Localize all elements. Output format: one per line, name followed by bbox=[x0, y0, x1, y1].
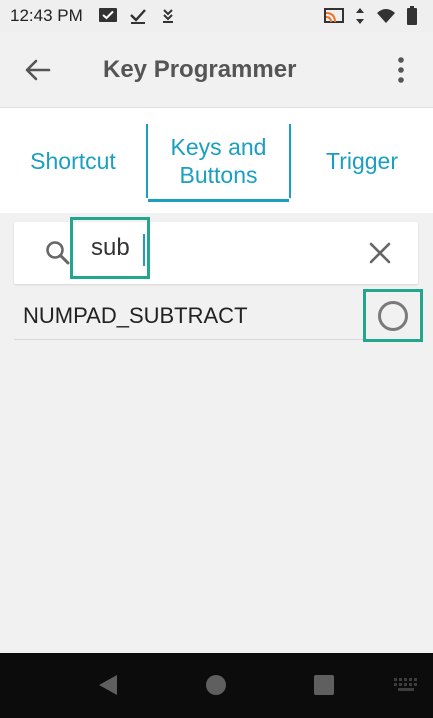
back-button[interactable] bbox=[0, 32, 76, 108]
wifi-icon bbox=[375, 6, 397, 26]
tab-keys-label-line2: Buttons bbox=[179, 161, 258, 188]
back-triangle-icon bbox=[99, 675, 117, 695]
nav-recents-button[interactable] bbox=[310, 671, 338, 699]
more-options-button[interactable] bbox=[369, 32, 433, 108]
more-vert-icon bbox=[398, 56, 404, 83]
nav-back-button[interactable] bbox=[94, 671, 122, 699]
nav-home-button[interactable] bbox=[202, 671, 230, 699]
message-check-icon bbox=[97, 6, 119, 26]
data-arrows-icon bbox=[349, 6, 371, 26]
home-circle-icon bbox=[206, 675, 226, 695]
keyboard-icon bbox=[394, 678, 417, 691]
download-icon bbox=[157, 6, 179, 26]
search-bar bbox=[14, 217, 418, 284]
text-caret bbox=[143, 234, 145, 266]
battery-icon bbox=[401, 6, 423, 26]
radio-button-wrapper[interactable] bbox=[363, 289, 423, 342]
status-left-icons bbox=[97, 6, 179, 26]
system-nav-bar bbox=[0, 653, 433, 718]
page-title: Key Programmer bbox=[103, 55, 297, 83]
tab-shortcut[interactable]: Shortcut bbox=[0, 125, 146, 197]
tab-trigger[interactable]: Trigger bbox=[291, 125, 433, 197]
app-bar: Key Programmer bbox=[0, 32, 433, 108]
radio-button[interactable] bbox=[378, 300, 408, 331]
status-time: 12:43 PM bbox=[10, 6, 83, 25]
recents-square-icon bbox=[314, 675, 334, 695]
search-icon bbox=[46, 241, 70, 265]
close-icon[interactable] bbox=[366, 239, 394, 267]
check-icon bbox=[127, 6, 149, 26]
screen: 12:43 PM Key Programmer Shortcut Keys an… bbox=[0, 0, 433, 718]
back-arrow-icon bbox=[25, 59, 51, 80]
cast-icon bbox=[323, 6, 345, 26]
status-bar: 12:43 PM bbox=[0, 0, 433, 32]
list-item[interactable]: NUMPAD_SUBTRACT bbox=[14, 289, 423, 342]
list-item-label: NUMPAD_SUBTRACT bbox=[23, 302, 248, 328]
tab-keys-label-line1: Keys and bbox=[170, 133, 267, 160]
nav-keyboard-button[interactable] bbox=[391, 673, 421, 697]
tab-keys-and-buttons[interactable]: Keys and Buttons bbox=[146, 123, 291, 202]
search-input[interactable] bbox=[70, 217, 150, 279]
status-right-icons bbox=[323, 6, 423, 26]
tab-bar: Shortcut Keys and Buttons Trigger bbox=[0, 108, 433, 213]
